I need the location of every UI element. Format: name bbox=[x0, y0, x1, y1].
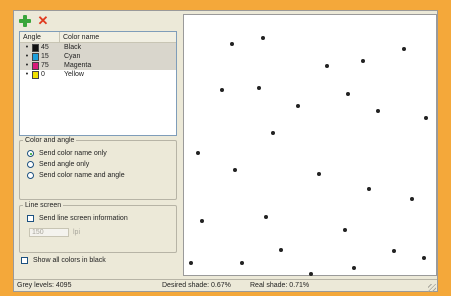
lpi-input[interactable]: 150 bbox=[29, 228, 69, 237]
halftone-dot bbox=[240, 261, 244, 265]
radio-label: Send angle only bbox=[39, 161, 90, 168]
show-black-checkbox[interactable] bbox=[21, 257, 28, 264]
send-line-screen-label: Send line screen information bbox=[39, 215, 128, 222]
color-swatch bbox=[32, 70, 39, 79]
lpi-row: 150 lpi bbox=[29, 228, 176, 237]
color-and-angle-legend: Color and angle bbox=[25, 137, 75, 144]
send-line-screen-checkbox[interactable] bbox=[27, 215, 34, 222]
close-icon[interactable]: ✕ bbox=[37, 14, 49, 27]
header-color-name[interactable]: Color name bbox=[60, 32, 176, 42]
radio-send-angle[interactable]: Send angle only bbox=[27, 159, 176, 170]
grey-levels-status: Grey levels: 4095 bbox=[17, 282, 72, 289]
color-name: Yellow bbox=[64, 71, 84, 78]
halftone-dot bbox=[279, 248, 283, 252]
angle-value: 45 bbox=[41, 44, 49, 51]
send-line-screen-checkbox-row[interactable]: Send line screen information bbox=[27, 213, 176, 224]
color-name: Magenta bbox=[64, 62, 92, 69]
radio-send-color-name[interactable]: Send color name only bbox=[27, 148, 176, 159]
line-screen-legend: Line screen bbox=[25, 202, 62, 209]
halftone-dot bbox=[189, 261, 193, 265]
halftone-dot bbox=[264, 215, 268, 219]
header-angle[interactable]: Angle bbox=[20, 32, 60, 42]
bullet-icon: • bbox=[25, 62, 29, 69]
halftone-dot bbox=[296, 104, 300, 108]
color-and-angle-group: Color and angle Send color name only Sen… bbox=[19, 137, 177, 200]
color-name: Black bbox=[64, 44, 82, 51]
angle-value: 15 bbox=[41, 53, 49, 60]
radio-label: Send color name only bbox=[39, 150, 107, 157]
list-header: Angle Color name bbox=[20, 32, 176, 43]
halftone-dot bbox=[392, 249, 396, 253]
halftone-dot bbox=[309, 272, 313, 276]
radio-button[interactable] bbox=[27, 172, 34, 179]
radio-send-color-and-angle[interactable]: Send color name and angle bbox=[27, 170, 176, 181]
plus-icon[interactable] bbox=[19, 15, 31, 27]
halftone-dot bbox=[257, 86, 261, 90]
halftone-dot bbox=[343, 228, 347, 232]
halftone-dot bbox=[410, 197, 414, 201]
color-swatch bbox=[32, 61, 39, 70]
radio-button-selected[interactable] bbox=[27, 150, 34, 157]
halftone-dot bbox=[352, 266, 356, 270]
list-item[interactable]: • 45 Black bbox=[20, 43, 176, 52]
halftone-dot bbox=[376, 109, 380, 113]
color-list[interactable]: Angle Color name • 45 Black • 15 Cyan • 75 Magen… bbox=[19, 31, 177, 136]
halftone-dot bbox=[422, 256, 426, 260]
halftone-dot bbox=[230, 42, 234, 46]
real-shade-status: Real shade: 0.71% bbox=[250, 282, 310, 289]
halftone-dialog: ✕ Angle Color name • 45 Black • 15 Cyan • 75 Mag… bbox=[13, 10, 438, 292]
status-bar: Grey levels: 4095 Desired shade: 0.67% R… bbox=[14, 279, 437, 292]
show-black-label: Show all colors in black bbox=[33, 257, 106, 264]
halftone-dot bbox=[325, 64, 329, 68]
color-swatch bbox=[32, 52, 39, 61]
list-item[interactable]: • 75 Magenta bbox=[20, 61, 176, 70]
radio-label: Send color name and angle bbox=[39, 172, 125, 179]
radio-button[interactable] bbox=[27, 161, 34, 168]
halftone-dot bbox=[200, 219, 204, 223]
line-screen-group: Line screen Send line screen information… bbox=[19, 202, 177, 253]
halftone-dot bbox=[261, 36, 265, 40]
angle-value: 0 bbox=[41, 71, 45, 78]
resize-grip[interactable] bbox=[428, 284, 436, 292]
bullet-icon: • bbox=[25, 44, 29, 51]
halftone-preview bbox=[183, 14, 437, 276]
bullet-icon: • bbox=[25, 53, 29, 60]
halftone-dot bbox=[361, 59, 365, 63]
desired-shade-status: Desired shade: 0.67% bbox=[162, 282, 231, 289]
show-black-checkbox-row[interactable]: Show all colors in black bbox=[21, 257, 106, 264]
toolbar: ✕ bbox=[19, 14, 49, 28]
angle-value: 75 bbox=[41, 62, 49, 69]
list-item[interactable]: • 0 Yellow bbox=[20, 70, 176, 79]
halftone-dot bbox=[367, 187, 371, 191]
halftone-dot bbox=[196, 151, 200, 155]
halftone-dot bbox=[233, 168, 237, 172]
halftone-dot bbox=[317, 172, 321, 176]
lpi-unit: lpi bbox=[73, 229, 81, 236]
halftone-dot bbox=[271, 131, 275, 135]
color-swatch bbox=[32, 43, 39, 52]
halftone-dot bbox=[424, 116, 428, 120]
halftone-dot bbox=[220, 88, 224, 92]
halftone-dot bbox=[402, 47, 406, 51]
list-item[interactable]: • 15 Cyan bbox=[20, 52, 176, 61]
color-name: Cyan bbox=[64, 53, 81, 60]
bullet-icon: • bbox=[25, 71, 29, 78]
halftone-dot bbox=[346, 92, 350, 96]
